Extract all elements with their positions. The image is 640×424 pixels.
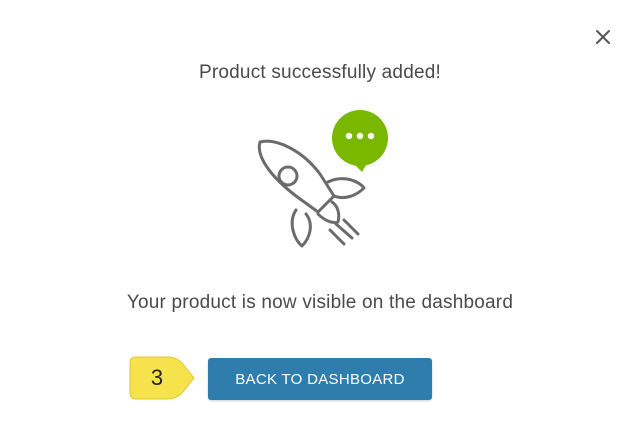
close-button[interactable] xyxy=(590,24,616,50)
step-badge: 3 xyxy=(128,355,198,401)
step-badge-label: 3 xyxy=(150,365,164,390)
dialog-message: Your product is now visible on the dashb… xyxy=(126,292,514,313)
success-dialog: Product successfully added! Your product… xyxy=(0,0,640,424)
chat-bubble-icon xyxy=(332,110,388,172)
back-to-dashboard-button[interactable]: BACK TO DASHBOARD xyxy=(208,358,432,400)
close-icon xyxy=(596,30,610,44)
dialog-title: Product successfully added! xyxy=(199,62,441,83)
success-illustration xyxy=(240,110,400,260)
